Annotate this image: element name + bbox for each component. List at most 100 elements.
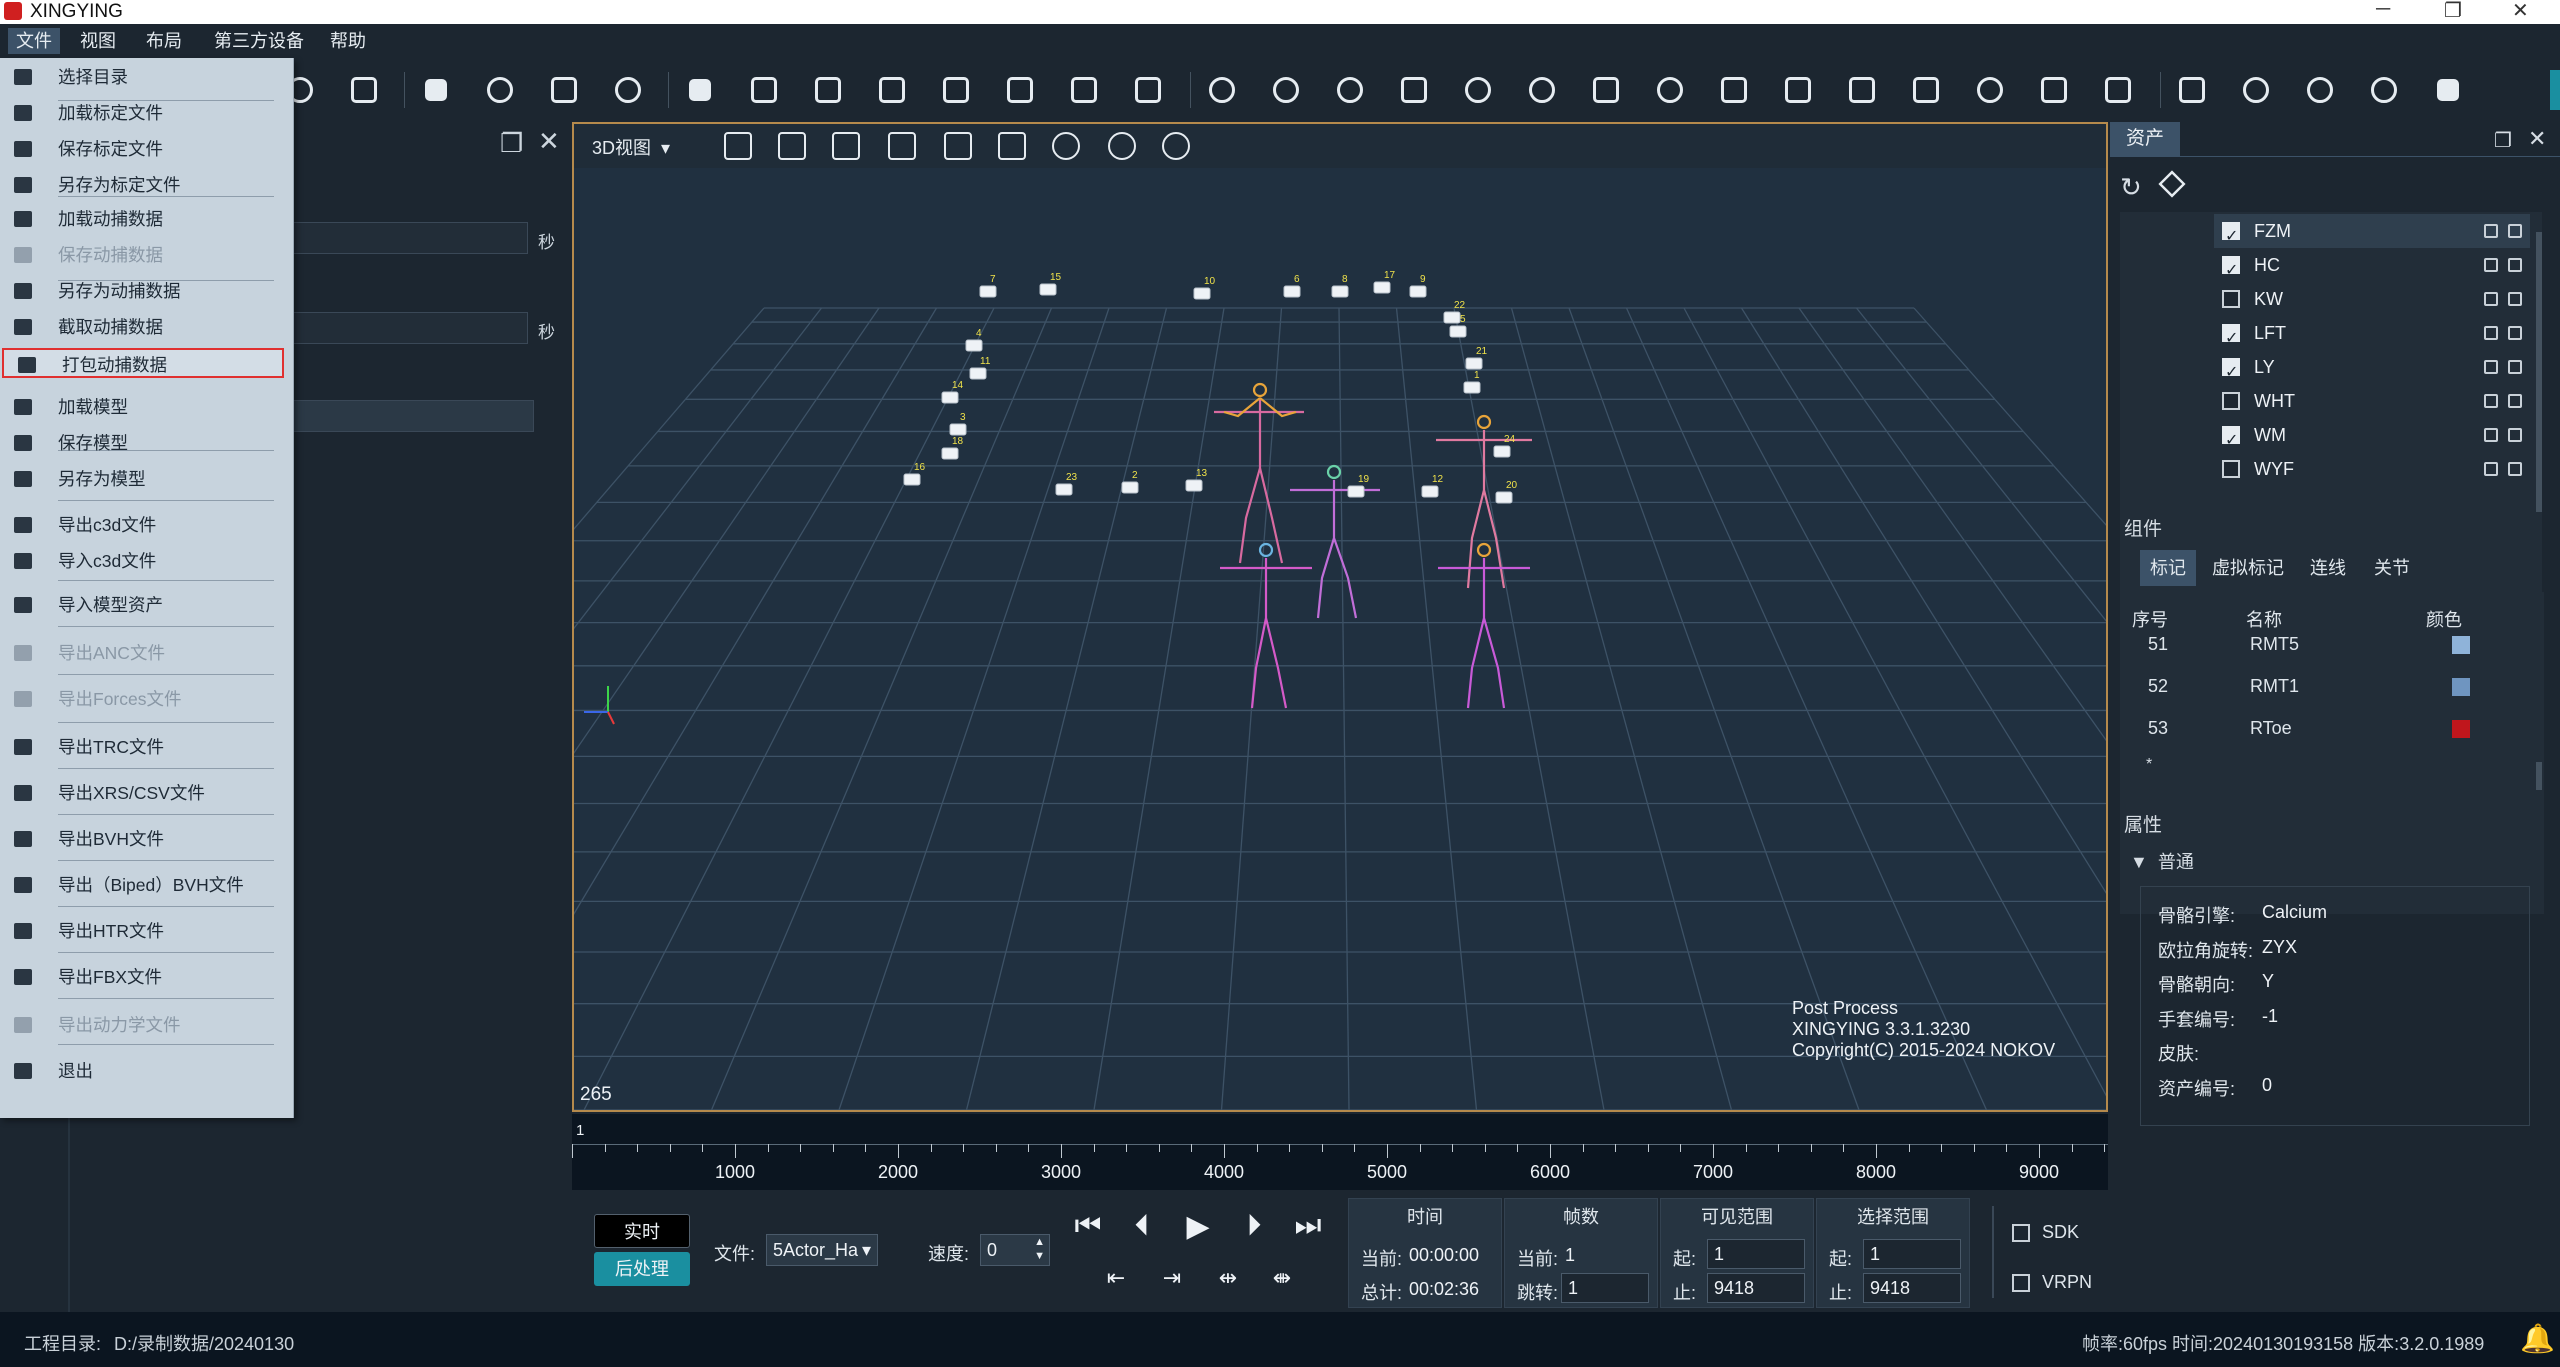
camera-icon[interactable] xyxy=(1495,491,1513,504)
camera-icon[interactable] xyxy=(1463,381,1481,394)
camera-icon[interactable] xyxy=(1039,283,1057,296)
asset-row[interactable]: KW xyxy=(2214,282,2530,316)
camera-icon[interactable] xyxy=(1331,285,1349,298)
file-menu-item[interactable]: 打包动捕数据 xyxy=(2,348,284,378)
asset-scrollbar[interactable] xyxy=(2536,232,2542,512)
undo-icon[interactable] xyxy=(2096,68,2140,112)
gauge-icon[interactable] xyxy=(2298,68,2342,112)
file-menu-item[interactable]: 导出BVH文件 xyxy=(0,824,294,854)
mark-in-icon[interactable]: ⇤ xyxy=(1098,1260,1134,1296)
asset-checkbox[interactable] xyxy=(2222,392,2240,410)
duration-input-b[interactable] xyxy=(284,312,528,344)
file-menu-item[interactable]: 另存为标定文件 xyxy=(0,170,294,200)
smooth-wave-icon[interactable] xyxy=(1776,68,1820,112)
asset-copy-icon[interactable] xyxy=(2484,462,2498,476)
asset-row[interactable]: WM xyxy=(2214,418,2530,458)
marker-color-swatch[interactable] xyxy=(2452,636,2470,654)
file-menu-item[interactable]: 导入模型资产 xyxy=(0,590,294,620)
target-icon[interactable] xyxy=(1968,68,2012,112)
asset-row[interactable]: HC xyxy=(2214,248,2530,288)
asset-row[interactable]: WHT xyxy=(2214,384,2530,418)
asset-copy-icon[interactable] xyxy=(2484,326,2498,340)
asset-export-icon[interactable] xyxy=(2508,258,2522,272)
bone-icon[interactable] xyxy=(1520,68,1564,112)
play-icon[interactable]: ▶ xyxy=(1180,1208,1216,1244)
camera-icon[interactable] xyxy=(1409,285,1427,298)
viewport-3d[interactable]: 3D视图 ▾ 7 15 10 6 8 17 9 22 5 21 1 4 11 1… xyxy=(572,122,2108,1112)
bell-icon[interactable]: 🔔 xyxy=(2520,1322,2555,1355)
asset-copy-icon[interactable] xyxy=(2484,360,2498,374)
merge-markers-icon[interactable] xyxy=(1264,68,1308,112)
file-menu-item[interactable]: 另存为动捕数据 xyxy=(0,276,294,306)
camera-icon[interactable] xyxy=(1443,311,1461,324)
select-start-input[interactable]: 1 xyxy=(1863,1239,1961,1269)
asset-export-icon[interactable] xyxy=(2508,224,2522,238)
asset-checkbox[interactable] xyxy=(2222,424,2240,458)
refresh-icon[interactable]: ↻ xyxy=(2120,172,2142,203)
panel-close-icon[interactable]: ✕ xyxy=(538,126,560,157)
camera-icon[interactable] xyxy=(1055,483,1073,496)
camera-icon[interactable] xyxy=(1465,357,1483,370)
layout-single-icon[interactable] xyxy=(678,68,722,112)
new-row-marker[interactable]: * xyxy=(2146,756,2152,774)
view-top-icon[interactable] xyxy=(832,132,860,160)
menu-file[interactable]: 文件 xyxy=(8,28,60,54)
delete-marker-icon[interactable] xyxy=(1712,68,1756,112)
asset-export-icon[interactable] xyxy=(2508,462,2522,476)
file-menu-item[interactable]: 导出ANC文件 xyxy=(0,638,294,668)
file-menu-item[interactable]: 导出c3d文件 xyxy=(0,510,294,540)
file-menu-item[interactable]: 导出HTR文件 xyxy=(0,916,294,946)
file-menu-item[interactable]: 导出Forces文件 xyxy=(0,684,294,714)
panel-close-icon[interactable]: ✕ xyxy=(2528,126,2546,152)
asset-checkbox[interactable] xyxy=(2222,356,2240,390)
asset-row[interactable]: LY xyxy=(2214,350,2530,390)
skip-first-icon[interactable]: ⏮ xyxy=(1070,1208,1106,1244)
mark-out-icon[interactable]: ⇥ xyxy=(1154,1260,1190,1296)
camera-icon[interactable] xyxy=(965,339,983,352)
file-menu-item[interactable]: 导入c3d文件 xyxy=(0,546,294,576)
file-menu-item[interactable]: 导出TRC文件 xyxy=(0,732,294,762)
sdk-checkbox[interactable] xyxy=(2012,1224,2030,1242)
asset-row[interactable]: WYF xyxy=(2214,452,2530,486)
bar-chart-icon[interactable] xyxy=(2426,68,2470,112)
cut-icon[interactable] xyxy=(1392,68,1436,112)
view-right-icon[interactable] xyxy=(998,132,1026,160)
trim-icon[interactable] xyxy=(1840,68,1884,112)
unlink-icon[interactable] xyxy=(1456,68,1500,112)
camera-icon[interactable] xyxy=(903,473,921,486)
asset-copy-icon[interactable] xyxy=(2484,292,2498,306)
frames-jump-input[interactable]: 1 xyxy=(1561,1273,1649,1303)
asset-export-icon[interactable] xyxy=(2508,292,2522,306)
tab-joints[interactable]: 关节 xyxy=(2364,550,2420,586)
asset-checkbox[interactable] xyxy=(2222,290,2240,308)
file-menu-item[interactable]: 加载标定文件 xyxy=(0,98,294,128)
edit-icon[interactable] xyxy=(542,68,586,112)
visible-end-input[interactable]: 9418 xyxy=(1707,1273,1805,1303)
file-menu-item[interactable]: 保存模型 xyxy=(0,428,294,458)
marker-row[interactable]: 51 RMT5 xyxy=(2126,634,2516,676)
asset-copy-icon[interactable] xyxy=(2484,394,2498,408)
asset-copy-icon[interactable] xyxy=(2484,428,2498,442)
marker-row[interactable]: 53 RToe xyxy=(2126,718,2516,760)
share-icon[interactable] xyxy=(2362,68,2406,112)
speed-spinbox[interactable]: 0 ▲ ▼ xyxy=(980,1234,1050,1266)
camera-icon[interactable] xyxy=(979,285,997,298)
menu-layout[interactable]: 布局 xyxy=(138,28,190,54)
camera-icon[interactable] xyxy=(1121,481,1139,494)
layout-three-b-icon[interactable] xyxy=(998,68,1042,112)
run-figure-icon[interactable] xyxy=(2032,68,2076,112)
asset-checkbox[interactable] xyxy=(2222,460,2240,478)
duration-input-a[interactable] xyxy=(284,222,528,254)
layout-two-cols-icon[interactable] xyxy=(806,68,850,112)
view-left-icon[interactable] xyxy=(944,132,972,160)
menu-help[interactable]: 帮助 xyxy=(322,28,374,54)
refresh-view-icon[interactable] xyxy=(1052,132,1080,160)
view-3d-icon[interactable] xyxy=(2234,68,2278,112)
skip-last-icon[interactable]: ⏭ xyxy=(1290,1208,1326,1244)
asset-export-icon[interactable] xyxy=(2508,394,2522,408)
connect-icon[interactable] xyxy=(1328,68,1372,112)
file-menu-item[interactable]: 加载动捕数据 xyxy=(0,204,294,234)
file-menu-item[interactable]: 截取动捕数据 xyxy=(0,312,294,342)
tab-assets[interactable]: 资产 xyxy=(2110,122,2180,156)
asset-export-icon[interactable] xyxy=(2508,428,2522,442)
